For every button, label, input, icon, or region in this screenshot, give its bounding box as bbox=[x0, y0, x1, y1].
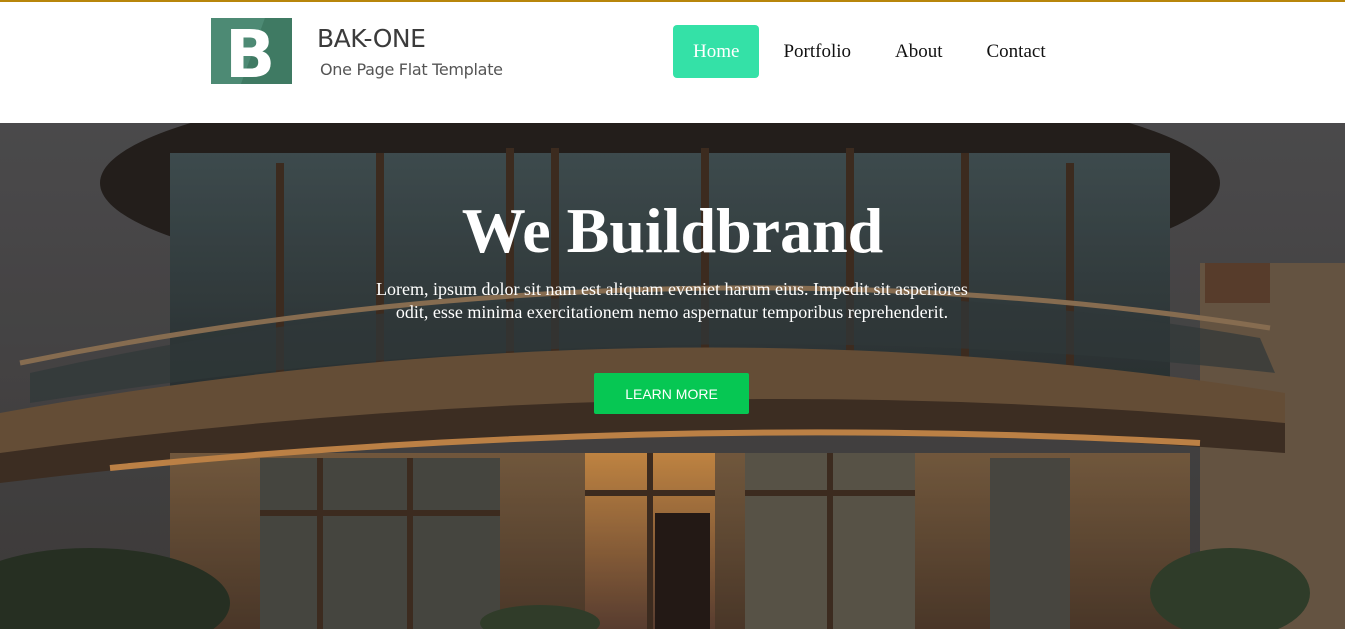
hero-section: We Buildbrand Lorem, ipsum dolor sit nam… bbox=[0, 123, 1345, 629]
letter-b-logo-icon[interactable]: B bbox=[211, 18, 292, 84]
brand-name[interactable]: BAK-ONE bbox=[317, 24, 426, 53]
learn-more-button[interactable]: Learn more bbox=[594, 373, 749, 414]
site-header: B BAK-ONE One Page Flat Template Home Po… bbox=[0, 2, 1345, 123]
brand-tagline: One Page Flat Template bbox=[320, 60, 503, 79]
svg-text:B: B bbox=[225, 18, 275, 84]
main-navigation: Home Portfolio About Contact bbox=[673, 25, 1070, 78]
hero-title-bold: brand bbox=[716, 195, 884, 266]
hero-title: We Buildbrand bbox=[0, 191, 1345, 271]
nav-contact[interactable]: Contact bbox=[967, 25, 1066, 78]
hero-title-regular: We Build bbox=[461, 195, 717, 266]
nav-home[interactable]: Home bbox=[673, 25, 760, 78]
hero-description: Lorem, ipsum dolor sit nam est aliquam e… bbox=[376, 279, 968, 322]
nav-about[interactable]: About bbox=[875, 25, 963, 78]
nav-portfolio[interactable]: Portfolio bbox=[763, 25, 871, 78]
